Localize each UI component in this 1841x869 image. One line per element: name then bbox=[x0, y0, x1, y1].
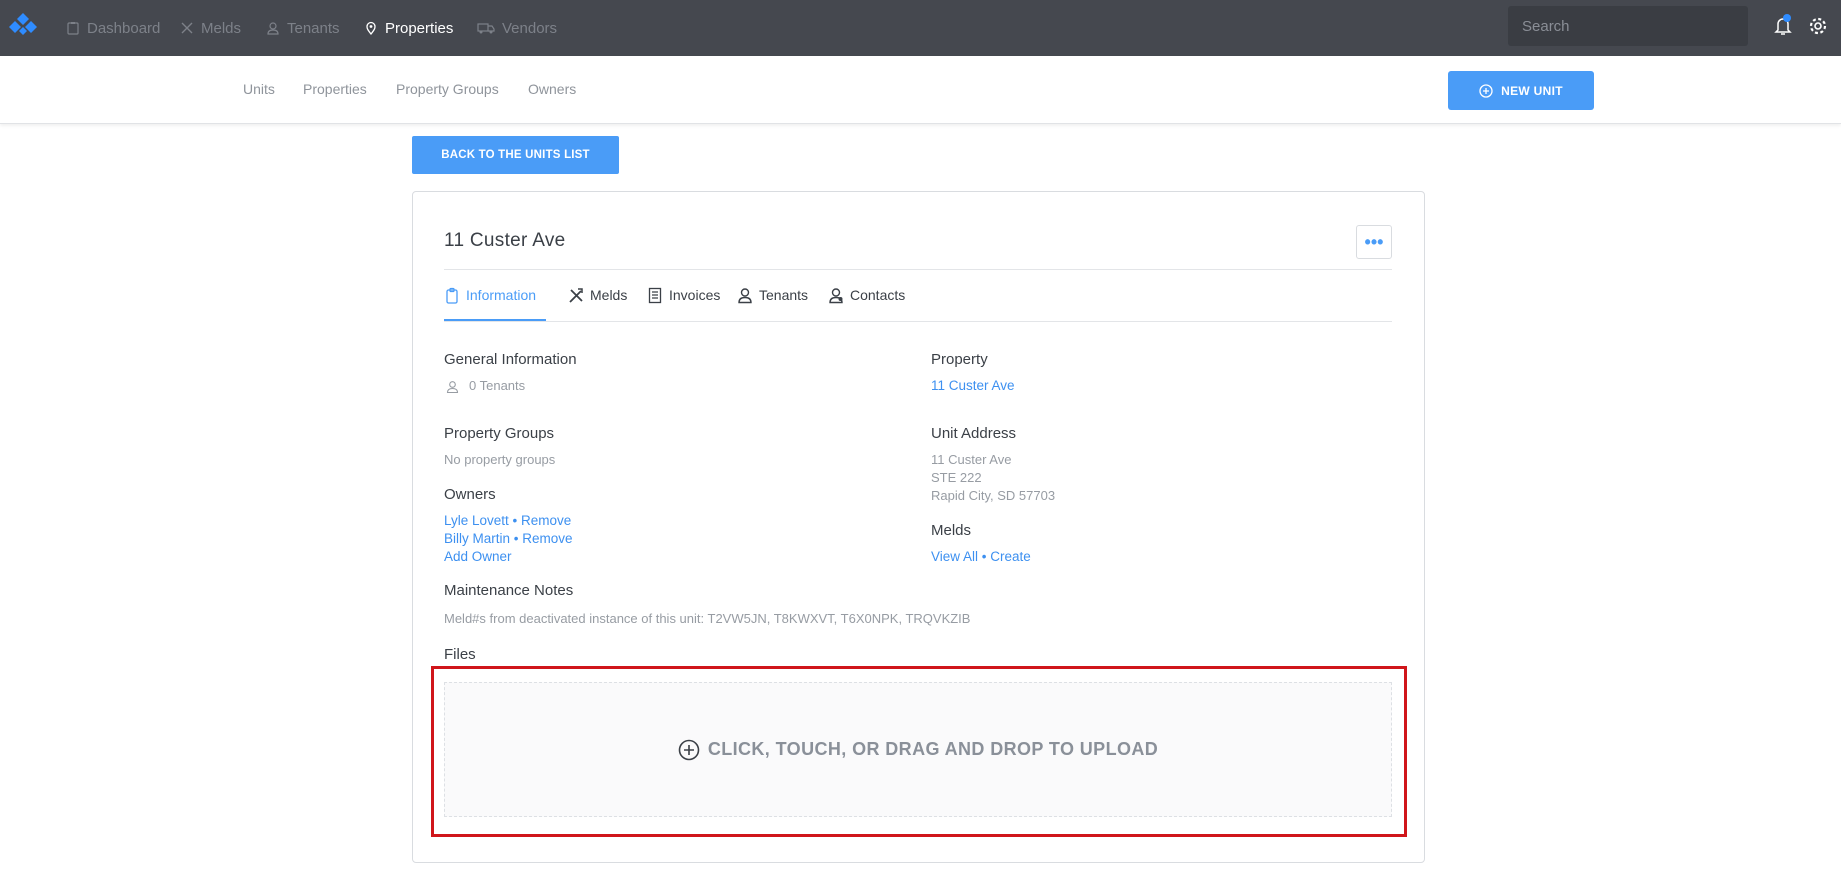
tools-icon bbox=[569, 288, 583, 303]
address-line: 11 Custer Ave bbox=[931, 452, 1012, 467]
plus-circle-icon bbox=[1479, 83, 1493, 98]
sub-navbar: Units Properties Property Groups Owners … bbox=[0, 56, 1841, 124]
separator: • bbox=[508, 513, 522, 528]
contacts-icon bbox=[829, 288, 843, 304]
nav-item-vendors[interactable]: Vendors bbox=[477, 0, 557, 56]
location-pin-icon bbox=[366, 21, 376, 35]
highlight-box bbox=[431, 666, 1407, 837]
nav-item-properties[interactable]: Properties bbox=[364, 0, 453, 56]
tab-label: Invoices bbox=[669, 287, 721, 303]
owner-name-link[interactable]: Billy Martin bbox=[444, 531, 510, 546]
tab-invoices[interactable]: Invoices bbox=[647, 287, 720, 321]
clipboard-icon bbox=[67, 22, 79, 35]
maintenance-notes-heading: Maintenance Notes bbox=[444, 582, 574, 599]
add-owner-link[interactable]: Add Owner bbox=[444, 549, 512, 564]
tab-label: Information bbox=[466, 287, 537, 303]
maintenance-notes-text: Meld#s from deactivated instance of this… bbox=[444, 611, 971, 626]
nav-item-label: Properties bbox=[385, 19, 454, 37]
general-information-heading: General Information bbox=[444, 351, 577, 368]
app-logo-icon[interactable] bbox=[8, 12, 38, 38]
tools-icon bbox=[181, 22, 193, 34]
create-meld-link[interactable]: Create bbox=[990, 549, 1031, 564]
nav-item-dashboard[interactable]: Dashboard bbox=[66, 0, 160, 56]
nav-item-tenants[interactable]: Tenants bbox=[266, 0, 340, 56]
address-line: Rapid City, SD 57703 bbox=[931, 488, 1056, 503]
address-line: STE 222 bbox=[931, 470, 982, 485]
separator: • bbox=[978, 549, 991, 564]
property-groups-heading: Property Groups bbox=[444, 425, 555, 442]
subnav-item-property-groups[interactable]: Property Groups bbox=[396, 81, 499, 97]
remove-owner-link[interactable]: Remove bbox=[522, 531, 572, 546]
owner-row: Lyle Lovett • Remove bbox=[444, 513, 571, 528]
top-navbar: Dashboard Melds Tenants Properties Vendo… bbox=[0, 0, 1841, 56]
separator: • bbox=[510, 531, 523, 546]
subnav-item-properties[interactable]: Properties bbox=[303, 81, 367, 97]
back-to-units-button[interactable]: BACK TO THE UNITS LIST bbox=[412, 136, 619, 174]
tab-information[interactable]: Information bbox=[444, 287, 547, 321]
nav-item-label: Tenants bbox=[287, 19, 340, 37]
melds-heading: Melds bbox=[931, 522, 972, 539]
unit-address-heading: Unit Address bbox=[931, 425, 1017, 442]
files-heading: Files bbox=[444, 646, 476, 663]
clipboard-icon bbox=[446, 287, 458, 304]
person-icon bbox=[267, 22, 279, 35]
nav-item-label: Melds bbox=[201, 19, 242, 37]
subnav-item-units[interactable]: Units bbox=[243, 81, 275, 97]
property-groups-value: No property groups bbox=[444, 452, 556, 467]
property-link[interactable]: 11 Custer Ave bbox=[931, 378, 1015, 393]
melds-links: View All • Create bbox=[931, 549, 1031, 564]
view-all-melds-link[interactable]: View All bbox=[931, 549, 978, 564]
new-unit-label: NEW UNIT bbox=[1501, 83, 1563, 98]
property-heading: Property bbox=[931, 351, 988, 368]
document-icon bbox=[648, 287, 662, 304]
subnav-item-owners[interactable]: Owners bbox=[528, 81, 576, 97]
nav-item-label: Vendors bbox=[502, 19, 558, 37]
truck-icon bbox=[477, 23, 495, 34]
unit-title: 11 Custer Ave bbox=[444, 230, 566, 251]
tenants-count: 0 Tenants bbox=[469, 378, 526, 393]
person-icon bbox=[738, 288, 752, 304]
search-input[interactable]: Search bbox=[1508, 6, 1748, 46]
more-options-button[interactable]: ••• bbox=[1356, 225, 1392, 259]
owner-row: Billy Martin • Remove bbox=[444, 531, 573, 546]
nav-item-label: Dashboard bbox=[87, 19, 161, 37]
tab-label: Melds bbox=[590, 287, 628, 303]
new-unit-button[interactable]: NEW UNIT bbox=[1448, 71, 1594, 110]
tab-tenants[interactable]: Tenants bbox=[737, 287, 808, 321]
tab-contacts[interactable]: Contacts bbox=[828, 287, 905, 321]
remove-owner-link[interactable]: Remove bbox=[521, 513, 571, 528]
divider bbox=[444, 269, 1392, 270]
tab-melds[interactable]: Melds bbox=[568, 287, 627, 321]
person-icon bbox=[446, 381, 459, 393]
gear-icon[interactable] bbox=[1808, 16, 1828, 36]
tab-label: Contacts bbox=[850, 287, 906, 303]
nav-item-melds[interactable]: Melds bbox=[180, 0, 241, 56]
notification-dot bbox=[1783, 14, 1791, 22]
owners-heading: Owners bbox=[444, 486, 496, 503]
tab-label: Tenants bbox=[759, 287, 809, 303]
owner-name-link[interactable]: Lyle Lovett bbox=[444, 513, 509, 528]
tabs-divider bbox=[444, 321, 1392, 322]
